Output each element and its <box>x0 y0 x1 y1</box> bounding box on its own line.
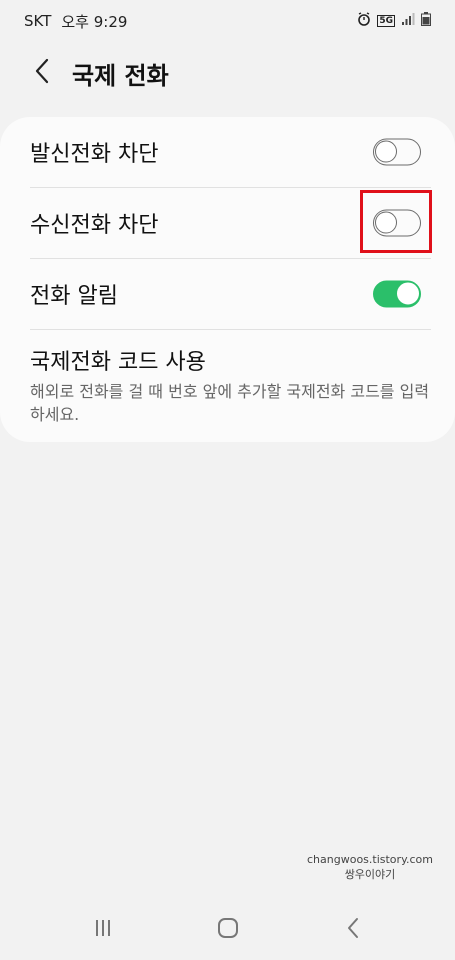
carrier-label: SKT <box>24 12 52 30</box>
intl-code-row[interactable]: 국제전화 코드 사용 해외로 전화를 걸 때 번호 앞에 추가할 국제전화 코드… <box>30 330 431 430</box>
incoming-call-block-label: 수신전화 차단 <box>30 213 159 238</box>
toggle-knob <box>375 140 397 163</box>
clock: 오후 9:29 <box>61 12 128 31</box>
5g-icon: 5G <box>377 15 395 27</box>
intl-code-title: 국제전화 코드 사용 <box>30 350 206 375</box>
home-icon <box>217 917 239 943</box>
call-notification-label: 전화 알림 <box>30 284 118 309</box>
page-header: 국제 전화 <box>0 50 455 96</box>
signal-icon <box>401 12 415 30</box>
nav-bar <box>0 900 455 960</box>
watermark-url: changwoos.tistory.com <box>307 853 433 866</box>
status-bar: SKT 오후 9:29 5G <box>0 0 455 42</box>
chevron-left-icon <box>34 58 50 88</box>
back-button[interactable] <box>22 53 62 93</box>
intl-code-description: 해외로 전화를 걸 때 번호 앞에 추가할 국제전화 코드를 입력하세요. <box>30 382 430 424</box>
recent-apps-button[interactable] <box>83 910 123 950</box>
call-notification-toggle[interactable] <box>373 280 421 308</box>
outgoing-call-block-label: 발신전화 차단 <box>30 142 159 167</box>
recent-apps-icon <box>93 918 113 942</box>
call-notification-row[interactable]: 전화 알림 <box>30 259 431 330</box>
home-button[interactable] <box>208 910 248 950</box>
alarm-icon <box>357 12 371 30</box>
back-nav-button[interactable] <box>333 910 373 950</box>
outgoing-call-block-toggle[interactable] <box>373 138 421 166</box>
watermark-name: 쌍우이야기 <box>344 868 396 881</box>
watermark: changwoos.tistory.com 쌍우이야기 <box>307 852 433 882</box>
battery-icon <box>421 12 431 30</box>
toggle-knob <box>397 282 419 305</box>
settings-card: 발신전화 차단 수신전화 차단 전화 알림 국제전화 코드 사용 해외로 전화를… <box>0 117 455 442</box>
outgoing-call-block-row[interactable]: 발신전화 차단 <box>30 117 431 188</box>
highlight-box <box>360 190 432 253</box>
page-title: 국제 전화 <box>72 61 169 90</box>
back-icon <box>346 917 360 943</box>
